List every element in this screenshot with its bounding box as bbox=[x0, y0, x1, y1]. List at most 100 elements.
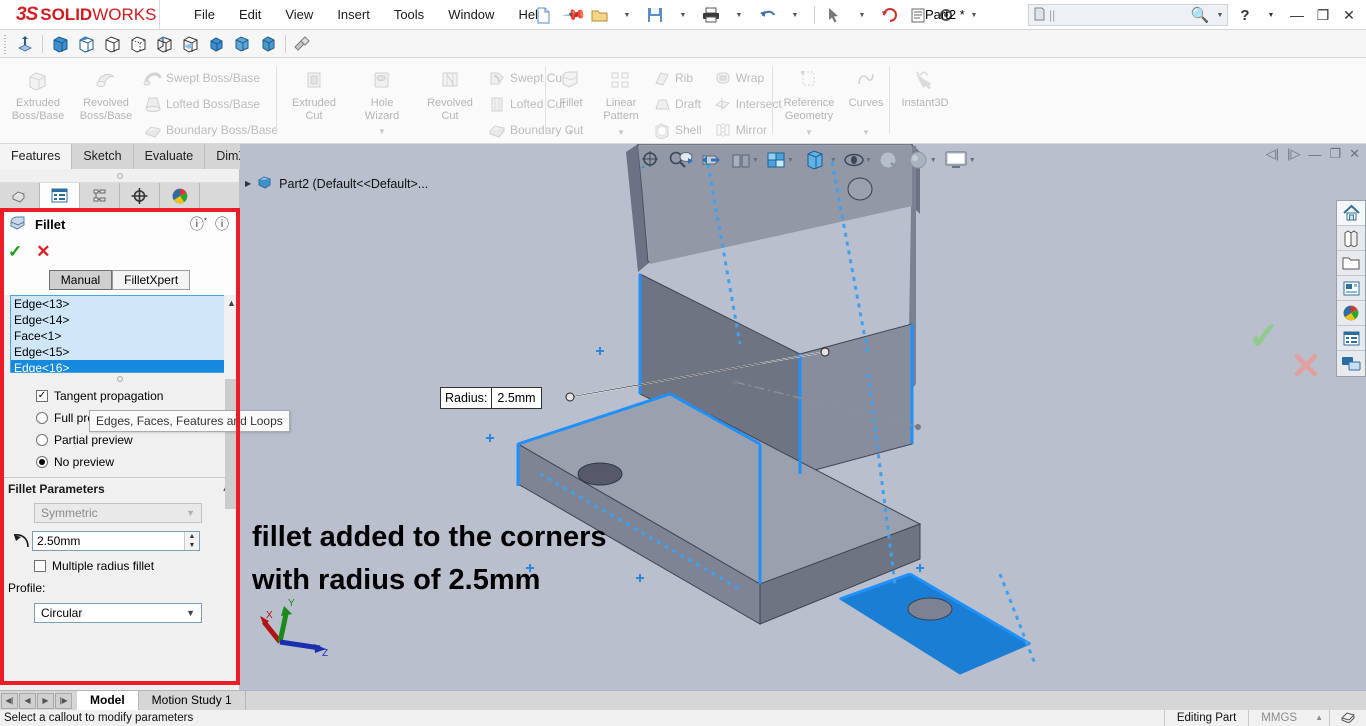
symmetry-type-select[interactable]: Symmetric ▼ bbox=[34, 503, 202, 523]
list-item[interactable]: Edge<14> bbox=[11, 312, 228, 328]
profile-select[interactable]: Circular ▼ bbox=[34, 603, 202, 623]
file-explorer-icon[interactable] bbox=[1337, 251, 1365, 276]
edit-appearance-icon[interactable] bbox=[874, 146, 904, 174]
checkmark-icon[interactable]: ✓ bbox=[8, 242, 22, 262]
tab-features[interactable]: Features bbox=[0, 144, 73, 169]
rebuild-icon[interactable] bbox=[877, 3, 903, 27]
list-item[interactable]: Edge<13> bbox=[11, 296, 228, 312]
menu-item-file[interactable]: File bbox=[182, 0, 227, 30]
previous-tab-icon[interactable]: ◀ bbox=[19, 692, 36, 709]
restore-icon[interactable]: ❐ bbox=[1310, 2, 1336, 28]
help-icon[interactable]: ? bbox=[1232, 2, 1258, 28]
minimize-window-icon[interactable]: — bbox=[1308, 147, 1321, 162]
help-dropdown-icon[interactable]: ▼ bbox=[1258, 2, 1284, 28]
close-window-icon[interactable]: ✕ bbox=[1349, 146, 1360, 162]
confirm-checkmark-icon[interactable]: ✓ bbox=[1248, 314, 1280, 359]
search-input[interactable]: || 🔍 ▼ bbox=[1028, 4, 1228, 26]
perspective-box-icon[interactable] bbox=[203, 32, 229, 56]
search-icon[interactable]: 🔍 bbox=[1187, 6, 1213, 24]
extruded-cut-button[interactable]: Extruded Cut bbox=[280, 63, 348, 123]
reference-geometry-button[interactable]: Reference Geometry ▼ bbox=[776, 63, 842, 139]
tab-sketch[interactable]: Sketch bbox=[72, 144, 134, 169]
3d-views-icon[interactable] bbox=[1337, 351, 1365, 376]
items-to-fillet-list[interactable]: Edge<13> Edge<14> Face<1> Edge<15> Edge<… bbox=[10, 295, 229, 373]
design-library-home-icon[interactable] bbox=[1337, 201, 1365, 226]
restore-window-icon[interactable]: ❐ bbox=[1329, 146, 1341, 162]
options-dropdown-icon[interactable]: ▼ bbox=[961, 3, 987, 27]
chevron-down-icon[interactable]: ▼ bbox=[865, 157, 872, 164]
tangent-propagation-checkbox[interactable]: ✓ bbox=[36, 390, 48, 402]
mirror-button[interactable]: Mirror bbox=[710, 117, 782, 143]
panel-splitter[interactable] bbox=[0, 169, 239, 183]
menu-item-view[interactable]: View bbox=[273, 0, 325, 30]
search-dropdown-icon[interactable]: ▼ bbox=[1213, 12, 1227, 19]
shaded-box-icon[interactable] bbox=[47, 32, 73, 56]
viewport-feature-tree-root[interactable]: ▶ Part2 (Default<<Default>... bbox=[245, 174, 428, 193]
hidden-lines-removed-box-icon[interactable] bbox=[99, 32, 125, 56]
units-indicator[interactable]: MMGS bbox=[1248, 710, 1309, 726]
appearance-brush-icon[interactable] bbox=[290, 32, 316, 56]
property-manager-icon[interactable] bbox=[40, 182, 80, 209]
lofted-boss-base-button[interactable]: Lofted Boss/Base bbox=[140, 91, 278, 117]
instant3d-button[interactable]: Instant3D bbox=[893, 63, 957, 110]
list-item[interactable]: Face<1> bbox=[11, 328, 228, 344]
zoom-to-fit-icon[interactable] bbox=[636, 146, 666, 174]
chevron-down-icon[interactable]: ▼ bbox=[752, 157, 759, 164]
overlay-icon[interactable] bbox=[1329, 710, 1366, 726]
list-resize-handle[interactable] bbox=[10, 373, 229, 385]
wrap-button[interactable]: Wrap bbox=[710, 65, 782, 91]
configuration-manager-icon[interactable] bbox=[80, 182, 120, 209]
boundary-boss-base-button[interactable]: Boundary Boss/Base bbox=[140, 117, 278, 143]
chevron-down-icon[interactable]: ▼ bbox=[787, 157, 794, 164]
select-icon[interactable] bbox=[821, 3, 847, 27]
save-icon[interactable] bbox=[642, 3, 668, 27]
fillet-dropdown-icon[interactable]: ▼ bbox=[549, 126, 593, 139]
mode-manual-button[interactable]: Manual bbox=[48, 270, 113, 290]
help-star-icon[interactable]: ⓘ* bbox=[190, 214, 207, 234]
hole-wizard-button[interactable]: Hole Wizard ▼ bbox=[348, 63, 416, 138]
view-palette-icon[interactable] bbox=[1337, 276, 1365, 301]
linear-pattern-button[interactable]: Linear Pattern ▼ bbox=[593, 63, 649, 139]
feature-manager-tree-icon[interactable] bbox=[0, 182, 40, 209]
minimize-icon[interactable]: — bbox=[1284, 2, 1310, 28]
multiple-radius-checkbox[interactable] bbox=[34, 560, 46, 572]
chevron-down-icon[interactable]: ▼ bbox=[186, 608, 195, 618]
chevron-down-icon[interactable]: ▼ bbox=[186, 508, 195, 518]
stepper-down-icon[interactable]: ▼ bbox=[185, 541, 199, 550]
rib-button[interactable]: Rib bbox=[649, 65, 702, 91]
appearances-scenes-icon[interactable] bbox=[1337, 301, 1365, 326]
full-preview-radio[interactable] bbox=[36, 412, 48, 424]
panel-scrollbar[interactable] bbox=[225, 339, 237, 669]
stepper-up-icon[interactable]: ▲ bbox=[185, 532, 199, 541]
quantity-stepper[interactable]: ▲ ▼ bbox=[184, 532, 199, 550]
open-document-icon[interactable] bbox=[586, 3, 612, 27]
new-document-icon[interactable] bbox=[530, 3, 556, 27]
partial-preview-row[interactable]: Partial preview bbox=[0, 429, 239, 451]
tile-right-icon[interactable]: |▷ bbox=[1287, 146, 1300, 162]
hidden-lines-visible-box-icon[interactable] bbox=[125, 32, 151, 56]
print-dropdown-icon[interactable]: ▼ bbox=[726, 3, 752, 27]
tile-left-icon[interactable]: ◁| bbox=[1266, 146, 1279, 162]
dimxpert-manager-icon[interactable] bbox=[120, 182, 160, 209]
zoom-to-area-icon[interactable] bbox=[666, 146, 696, 174]
list-item[interactable]: Edge<16> bbox=[11, 360, 228, 372]
graphics-viewport[interactable]: Radius: 2.5mm fillet added to the corner… bbox=[240, 144, 1366, 690]
undo-icon[interactable] bbox=[754, 3, 780, 27]
shaded-with-edges-box-icon[interactable] bbox=[73, 32, 99, 56]
shadows-box-icon[interactable] bbox=[229, 32, 255, 56]
draft-button[interactable]: Draft bbox=[649, 91, 702, 117]
radius-callout-value[interactable]: 2.5mm bbox=[492, 388, 540, 408]
menu-item-tools[interactable]: Tools bbox=[382, 0, 436, 30]
draft-quality-box-icon[interactable] bbox=[177, 32, 203, 56]
print-icon[interactable] bbox=[698, 3, 724, 27]
tab-evaluate[interactable]: Evaluate bbox=[133, 144, 206, 169]
3d-model-part[interactable] bbox=[240, 144, 1366, 690]
save-dropdown-icon[interactable]: ▼ bbox=[670, 3, 696, 27]
revolved-cut-button[interactable]: Revolved Cut bbox=[416, 63, 484, 123]
multiple-radius-row[interactable]: Multiple radius fillet bbox=[34, 559, 239, 573]
next-tab-icon[interactable]: ▶ bbox=[37, 692, 54, 709]
last-tab-icon[interactable]: |▶ bbox=[55, 692, 72, 709]
radius-input[interactable]: 2.50mm ▲ ▼ bbox=[32, 531, 200, 551]
previous-view-icon[interactable] bbox=[696, 146, 726, 174]
new-document-dropdown-icon[interactable]: ▼ bbox=[558, 3, 584, 27]
